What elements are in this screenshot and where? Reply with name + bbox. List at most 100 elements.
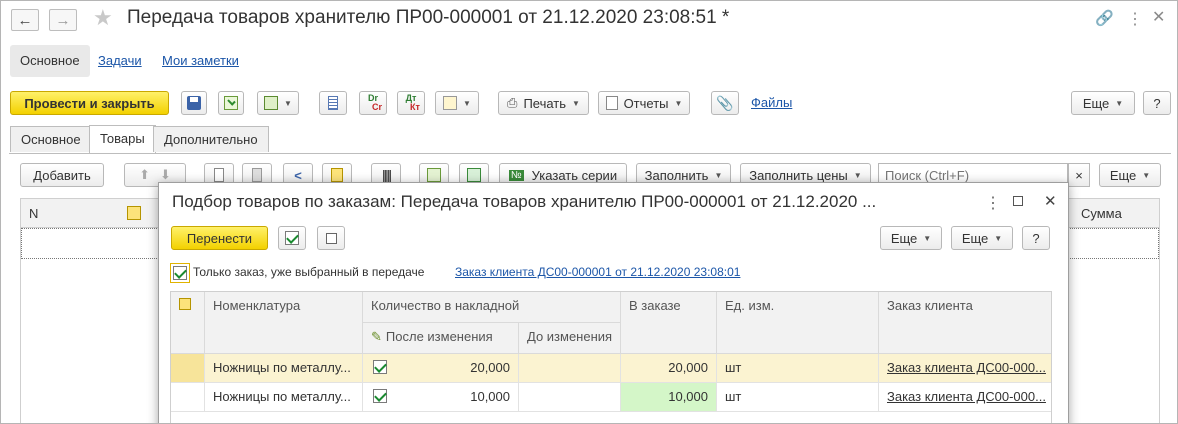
document-window: ← → ★ Передача товаров хранителю ПР00-00… [0,0,1178,424]
pick-by-orders-dialog: Подбор товаров по заказам: Передача това… [158,182,1069,423]
dialog-more-button-1[interactable]: Еще ▼ [880,226,942,250]
dt-kt-button[interactable]: Дт Кт [397,91,425,115]
series-icon: № [508,169,524,181]
split-icon: < [294,167,302,183]
cell-client-order-link[interactable]: Заказ клиента ДС00-000... [879,354,1051,383]
print-label: Печать [523,95,567,111]
arrow-up-icon: ⬆ [139,167,150,182]
column-icon [179,298,191,310]
help-button[interactable]: ? [1143,91,1171,115]
cell-unit: шт [717,383,879,412]
structure-button[interactable] [319,91,347,115]
uncheck-all-icon [325,232,337,244]
header-unit: Ед. изм. [717,292,879,354]
print-button[interactable]: ⎙ Печать ▼ [498,91,589,115]
dialog-more-label-2: Еще [961,230,989,246]
save-button[interactable] [181,91,207,115]
document-list-icon [328,96,338,110]
kt-label: Кт [410,102,420,112]
row-marker [171,354,205,383]
chevron-down-icon: ▼ [1115,98,1124,108]
reports-button[interactable]: Отчеты ▼ [598,91,690,115]
dialog-more-button-2[interactable]: Еще ▼ [951,226,1013,250]
tab-additional[interactable]: Дополнительно [153,126,269,152]
specify-series-label: Указать серии [531,167,618,183]
pick-items-icon [331,168,343,182]
create-based-icon [264,96,279,110]
cr-label: Cr [371,102,382,112]
favorite-star-icon[interactable]: ★ [93,5,113,31]
printer-icon: ⎙ [507,95,518,110]
clear-search-button[interactable]: × [1068,163,1090,187]
link-icon[interactable]: 🔗 [1095,9,1114,27]
document-history-button[interactable]: ▼ [435,91,479,115]
cell-in-order: 10,000 [621,383,717,412]
chevron-down-icon: ▼ [284,98,292,108]
cell-client-order-link[interactable]: Заказ клиента ДС00-000... [879,383,1051,412]
document-clock-icon [443,96,458,110]
header-qty-invoice: Количество в накладной [363,292,621,323]
row-checkbox[interactable] [373,389,387,403]
only-order-checkbox[interactable] [170,263,190,283]
chevron-down-icon: ▼ [1142,170,1151,180]
fill-prices-label: Заполнить цены [749,167,848,183]
header-nomenclature: Номенклатура [205,292,363,354]
more-vertical-icon[interactable]: ⋮ [985,193,1001,213]
cell-after-change[interactable]: 10,000 [363,383,519,412]
tab-goods[interactable]: Товары [89,125,156,153]
goods-more-label: Еще [1109,167,1137,183]
attach-button[interactable]: 📎 [711,91,739,115]
cell-nomenclature: Ножницы по металлу... [205,383,363,412]
header-after-change: ✎ После изменения [363,323,519,354]
header-before-change: До изменения [519,323,621,354]
transfer-button[interactable]: Перенести [171,226,268,250]
cell-unit: шт [717,354,879,383]
uncheck-all-button[interactable] [317,226,345,250]
chevron-down-icon: ▼ [674,98,683,108]
fill-label: Заполнить [644,167,709,183]
forward-button[interactable]: → [49,9,77,31]
cell-nomenclature: Ножницы по металлу... [205,354,363,383]
post-and-close-button[interactable]: Провести и закрыть [10,91,169,115]
orders-grid: Номенклатура Количество в накладной ✎ Пос… [170,291,1052,423]
nav-tab-notes[interactable]: Мои заметки [152,45,249,77]
post-button[interactable] [218,91,244,115]
nav-tab-tasks[interactable]: Задачи [88,45,152,77]
row-checkbox[interactable] [373,360,387,374]
chevron-down-icon: ▼ [853,170,862,180]
chevron-down-icon: ▼ [994,233,1003,243]
more-button[interactable]: Еще ▼ [1071,91,1135,115]
tab-main[interactable]: Основное [10,126,92,152]
check-all-button[interactable] [278,226,306,250]
chevron-down-icon: ▼ [463,98,471,108]
nav-tab-main[interactable]: Основное [10,45,90,77]
maximize-icon[interactable] [1013,196,1023,206]
back-button[interactable]: ← [11,9,39,31]
add-button[interactable]: Добавить [20,163,104,187]
more-label: Еще [1082,95,1110,111]
arrow-down-icon: ⬇ [160,167,171,182]
order-link[interactable]: Заказ клиента ДС00-000001 от 21.12.2020 … [455,265,740,279]
check-all-icon [285,231,299,245]
only-order-label: Только заказ, уже выбранный в передаче [193,265,425,279]
copy-icon [214,168,224,182]
export-icon [467,168,481,182]
files-link[interactable]: Файлы [751,95,792,110]
close-icon[interactable]: ✕ [1152,7,1165,27]
row-marker [171,383,205,412]
chevron-down-icon: ▼ [923,233,932,243]
reports-label: Отчеты [623,95,669,111]
goods-more-button[interactable]: Еще ▼ [1099,163,1161,187]
checklist-icon [427,168,441,182]
row-marker-header [171,292,205,354]
cell-before-change [519,354,621,383]
create-based-on-button[interactable]: ▼ [257,91,299,115]
paste-icon [252,168,262,182]
column-sum: Сумма [1081,206,1122,221]
dialog-help-button[interactable]: ? [1022,226,1050,250]
dr-cr-button[interactable]: Dr Cr [359,91,387,115]
chevron-down-icon: ▼ [572,98,580,108]
close-icon[interactable]: ✕ [1044,192,1057,210]
cell-after-change[interactable]: 20,000 [363,354,519,383]
more-vertical-icon[interactable]: ⋮ [1127,9,1143,29]
